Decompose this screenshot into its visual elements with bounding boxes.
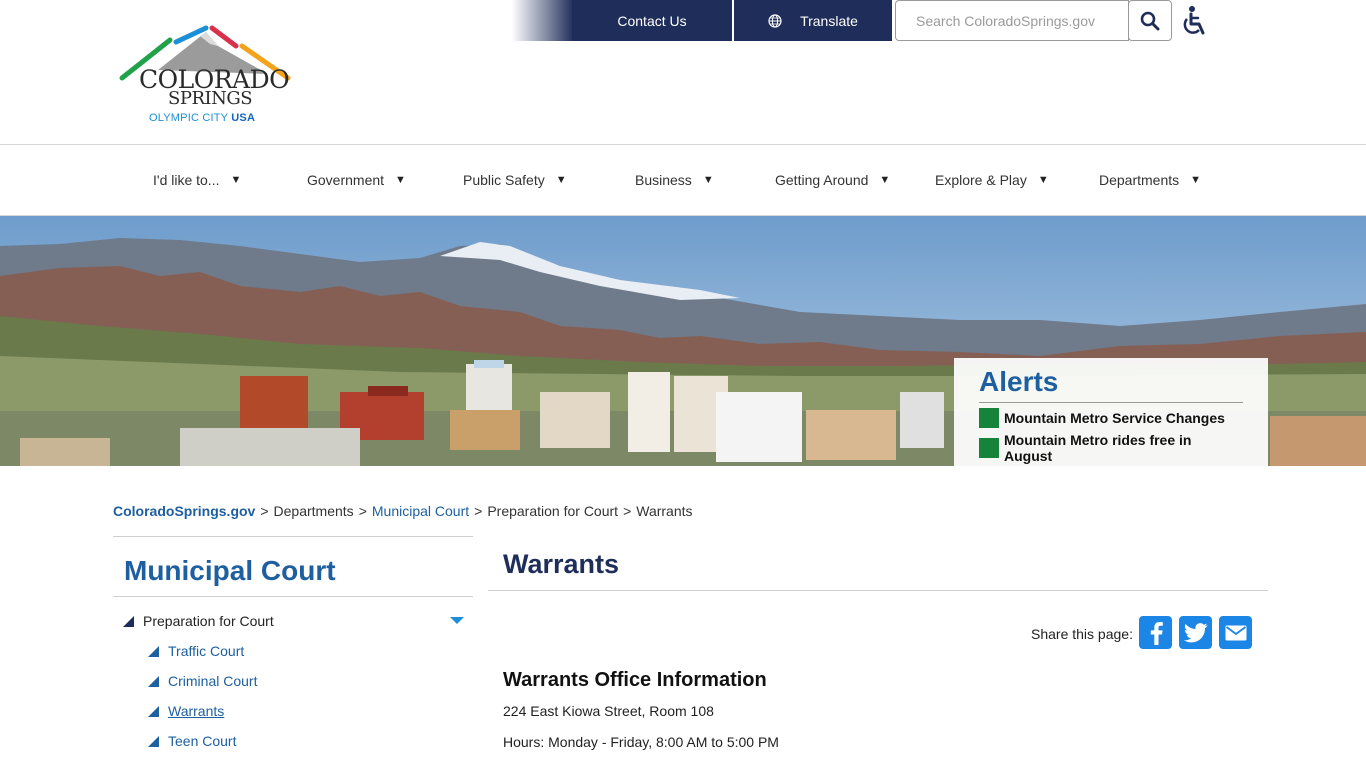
sidebar-nav: Municipal Court Preparation for Court Tr… [113, 536, 473, 749]
hero-banner: Alerts Mountain Metro Service Changes Mo… [0, 216, 1366, 466]
nav-item-label: Departments [1099, 172, 1180, 188]
triangle-bullet-icon [148, 675, 159, 687]
alert-item[interactable]: Mountain Metro rides free in August [979, 432, 1243, 464]
sidebar-item-traffic-court[interactable]: Traffic Court [148, 643, 244, 659]
share-twitter-button[interactable] [1179, 616, 1212, 649]
logo-tagline: OLYMPIC CITY USA [149, 112, 255, 124]
logo-line-2: SPRINGS [168, 88, 253, 109]
chevron-down-icon: ▼ [1037, 174, 1049, 186]
main-navigation: I'd like to... ▼ Government ▼ Public Safet… [0, 145, 1366, 216]
email-icon [1225, 625, 1246, 640]
alert-label: Mountain Metro rides free in August [1004, 432, 1192, 464]
contact-us-button[interactable]: Contact Us [572, 0, 732, 41]
triangle-bullet-icon [148, 705, 159, 717]
nav-item-label: Business [635, 172, 692, 188]
search-icon [1140, 11, 1160, 30]
twitter-icon [1183, 622, 1207, 642]
nav-item-government[interactable]: Government ▼ [307, 145, 406, 215]
chevron-down-icon: ▼ [230, 174, 242, 186]
chevron-down-icon: ▼ [879, 174, 891, 186]
breadcrumb-current: Warrants [636, 503, 693, 519]
section-title: Warrants Office Information [503, 669, 767, 691]
nav-item-label: Government [307, 172, 385, 188]
breadcrumb-separator: > [358, 503, 367, 519]
colorado-springs-logo[interactable]: COLORADO SPRINGS OLYMPIC CITY USA [118, 24, 293, 128]
sidebar-item-label: Criminal Court [168, 673, 258, 689]
triangle-bullet-icon [123, 615, 134, 627]
sidebar-item-criminal-court[interactable]: Criminal Court [148, 673, 257, 689]
sidebar-item-label: Traffic Court [168, 643, 245, 659]
chevron-down-icon: ▼ [702, 174, 714, 186]
breadcrumb-home-link[interactable]: ColoradoSprings.gov [113, 503, 255, 519]
breadcrumb-municipal-court-link[interactable]: Municipal Court [372, 503, 469, 519]
triangle-bullet-icon [148, 735, 159, 747]
nav-item-getting-around[interactable]: Getting Around ▼ [775, 145, 890, 215]
alert-bullet-icon [979, 438, 999, 458]
office-address: 224 East Kiowa Street, Room 108 [503, 703, 714, 719]
breadcrumb: ColoradoSprings.gov > Departments > Municipa… [113, 503, 693, 519]
sidebar-item-teen-court[interactable]: Teen Court [148, 733, 236, 749]
wheelchair-icon[interactable] [1178, 5, 1208, 37]
sidebar-item-label: Teen Court [168, 733, 237, 749]
triangle-bullet-icon [148, 645, 159, 657]
page-title: Warrants [503, 549, 620, 579]
topbar-fade [512, 0, 574, 41]
chevron-down-icon: ▼ [1190, 174, 1202, 186]
breadcrumb-departments: Departments [273, 503, 354, 519]
nav-item-public-safety[interactable]: Public Safety ▼ [463, 145, 567, 215]
globe-icon [768, 13, 782, 28]
breadcrumb-preparation: Preparation for Court [487, 503, 619, 519]
sidebar-item-label: Preparation for Court [143, 613, 274, 629]
chevron-down-icon: ▼ [555, 174, 567, 186]
alert-label: Mountain Metro Service Changes [1004, 410, 1225, 426]
sidebar-item-preparation-for-court[interactable]: Preparation for Court [123, 613, 274, 629]
logo-tagline-b: USA [231, 112, 256, 124]
nav-item-label: Explore & Play [935, 172, 1027, 188]
breadcrumb-separator: > [623, 503, 632, 519]
alerts-title: Alerts [979, 366, 1243, 403]
search-input[interactable] [895, 0, 1129, 41]
chevron-down-icon[interactable] [450, 617, 464, 624]
share-facebook-button[interactable] [1139, 616, 1172, 649]
translate-button[interactable]: Translate [734, 0, 892, 41]
sidebar-item-warrants[interactable]: Warrants [148, 703, 224, 719]
site-header: COLORADO SPRINGS OLYMPIC CITY USA Contac… [0, 0, 1366, 145]
alert-item[interactable]: Mountain Metro Service Changes [979, 408, 1243, 428]
office-hours: Hours: Monday - Friday, 8:00 AM to 5:00 … [503, 734, 779, 750]
nav-item-business[interactable]: Business ▼ [635, 145, 714, 215]
title-divider [488, 590, 1268, 591]
chevron-down-icon: ▼ [395, 174, 406, 186]
search-button[interactable] [1128, 0, 1172, 41]
nav-item-label: I'd like to... [153, 172, 220, 188]
sidebar-title[interactable]: Municipal Court [113, 536, 473, 597]
facebook-icon [1150, 621, 1163, 645]
alerts-panel: Alerts Mountain Metro Service Changes Mo… [954, 358, 1268, 466]
nav-item-explore-play[interactable]: Explore & Play ▼ [935, 145, 1049, 215]
nav-item-id-like-to[interactable]: I'd like to... ▼ [153, 145, 241, 215]
translate-label: Translate [800, 12, 858, 29]
nav-item-label: Public Safety [463, 172, 545, 188]
breadcrumb-separator: > [474, 503, 483, 519]
breadcrumb-separator: > [260, 503, 269, 519]
share-email-button[interactable] [1219, 616, 1252, 649]
nav-item-departments[interactable]: Departments ▼ [1099, 145, 1201, 215]
sidebar-item-label: Warrants [168, 703, 225, 719]
alert-bullet-icon [979, 408, 999, 428]
share-label: Share this page: [1031, 626, 1133, 642]
logo-tagline-a: OLYMPIC CITY [149, 112, 229, 124]
nav-item-label: Getting Around [775, 172, 869, 188]
